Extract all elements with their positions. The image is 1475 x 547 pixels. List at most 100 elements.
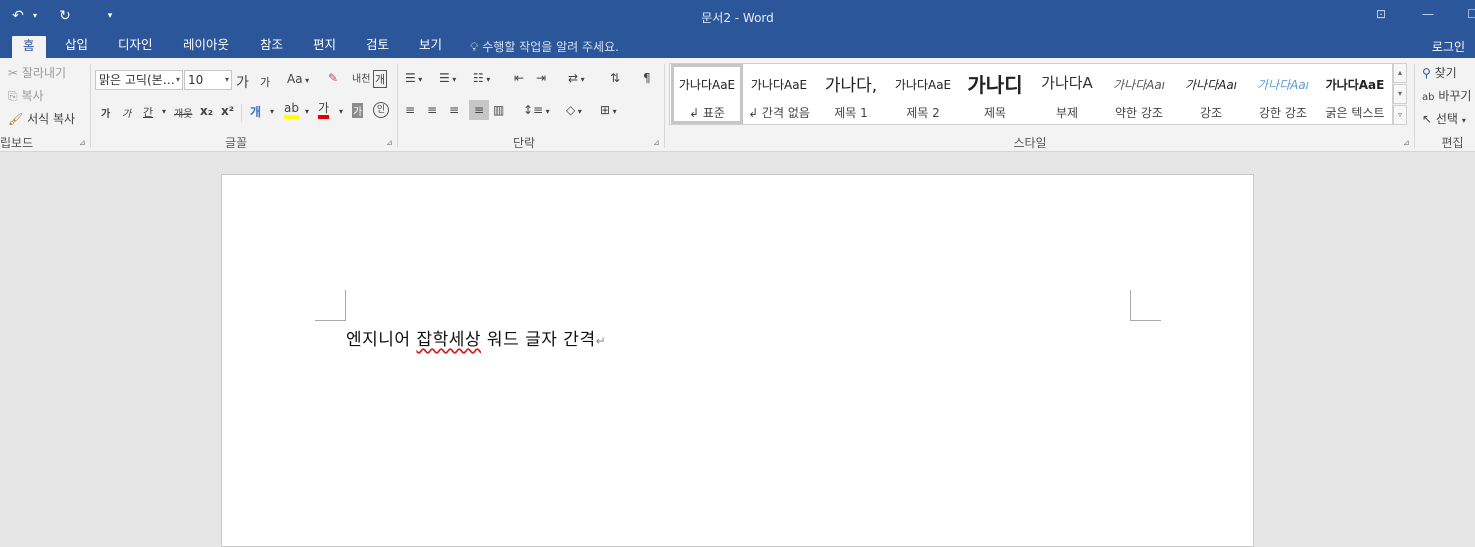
underline-button[interactable]: 간 (143, 104, 153, 120)
style-preview: 가나다Aaı (1112, 78, 1166, 92)
styles-scroll-down[interactable]: ▾ (1393, 84, 1407, 104)
shading-icon[interactable]: ◇ ▾ (566, 103, 582, 117)
highlight-dropdown-icon[interactable]: ▾ (305, 107, 309, 116)
replace-button[interactable]: ab 바꾸기 (1422, 87, 1471, 104)
crop-mark-top-right (1130, 290, 1161, 321)
tab-references[interactable]: 참조 (250, 34, 293, 58)
justify-icon[interactable]: ≡ (469, 100, 489, 120)
find-label: 찾기 (1434, 66, 1457, 80)
style-no-spacing[interactable]: 가나다AaE ↲ 간격 없음 (743, 64, 815, 124)
style-subtle-emphasis[interactable]: 가나다Aaı 약한 강조 (1103, 64, 1175, 124)
style-normal[interactable]: 가나다AaE ↲ 표준 (671, 64, 743, 124)
tab-layout[interactable]: 레이아웃 (173, 34, 239, 58)
style-strong[interactable]: 가나다AaE 굵은 텍스트 (1319, 64, 1391, 124)
text-direction-icon[interactable]: ⇄ ▾ (568, 71, 585, 85)
highlight-color-icon[interactable]: ab (284, 101, 299, 119)
sort-icon[interactable]: ⇅ (610, 71, 620, 85)
line-spacing-icon[interactable]: ↕≡ ▾ (523, 103, 550, 117)
char-border-icon[interactable]: 개 (373, 70, 388, 88)
shrink-font-button[interactable]: 가 (260, 74, 270, 90)
bullets-icon[interactable]: ☰ ▾ (405, 71, 422, 85)
strikethrough-button[interactable]: 개웃 (174, 105, 192, 120)
document-text[interactable]: 엔지니어 잡학세상 워드 글자 간격↵ (346, 325, 606, 350)
superscript-button[interactable]: x² (221, 104, 234, 118)
style-heading-1[interactable]: 가나다, 제목 1 (815, 64, 887, 124)
char-shading-icon[interactable]: 가 (352, 103, 364, 118)
style-intense-emphasis[interactable]: 가나다Aaı 강한 강조 (1247, 64, 1319, 124)
font-color-icon[interactable]: 가 (318, 101, 330, 119)
increase-indent-icon[interactable]: ⇥ (536, 71, 546, 85)
font-name-combo[interactable]: 맑은 고딕(본… ▾ (95, 70, 183, 90)
borders-icon[interactable]: ⊞ ▾ (600, 103, 617, 117)
styles-scroll-up[interactable]: ▴ (1393, 63, 1407, 83)
tab-review[interactable]: 검토 (356, 34, 399, 58)
underline-dropdown-icon[interactable]: ▾ (162, 107, 166, 116)
search-icon: ⚲ (1422, 66, 1431, 80)
cut-label: 잘라내기 (21, 66, 67, 80)
font-size-combo[interactable]: 10 ▾ (184, 70, 232, 90)
style-name: 제목 2 (906, 106, 940, 120)
tell-me-text: 수행할 작업을 알려 주세요. (482, 40, 619, 54)
separator (664, 64, 665, 148)
enclose-char-icon[interactable]: 인 (373, 102, 389, 118)
font-color-dropdown-icon[interactable]: ▾ (339, 107, 343, 116)
minimize-button[interactable]: — (1422, 7, 1434, 21)
tab-home[interactable]: 홈 (12, 36, 46, 58)
text-segment: 워드 글자 간격 (481, 330, 596, 350)
tab-mailings[interactable]: 편지 (303, 34, 346, 58)
document-page[interactable] (221, 174, 1254, 547)
tab-insert[interactable]: 삽입 (55, 34, 98, 58)
bold-button[interactable]: 가 (101, 105, 110, 120)
numbering-icon[interactable]: ☰ ▾ (439, 71, 456, 85)
style-name: 제목 (983, 106, 1007, 120)
style-emphasis[interactable]: 가나다Aaı 강조 (1175, 64, 1247, 124)
paragraph-launcher-icon[interactable]: ⊿ (653, 138, 660, 147)
change-case-button[interactable]: Aa ▾ (287, 72, 309, 86)
login-button[interactable]: 로그인 (1432, 38, 1465, 55)
style-name: 제목 1 (834, 106, 868, 120)
style-name: 강한 강조 (1259, 106, 1307, 120)
text-effects-icon[interactable]: 개 (250, 103, 261, 120)
styles-more-icon[interactable]: ▿ (1393, 105, 1407, 125)
change-case-label: Aa (287, 72, 303, 86)
font-group-label: 글꼴 (224, 136, 248, 150)
italic-button[interactable]: 가 (122, 105, 131, 120)
multilevel-list-icon[interactable]: ☷ ▾ (473, 71, 490, 85)
separator (1414, 64, 1415, 148)
styles-group-label: 스타일 (1013, 136, 1047, 150)
font-launcher-icon[interactable]: ⊿ (386, 138, 393, 147)
tab-view[interactable]: 보기 (409, 34, 452, 58)
style-heading-2[interactable]: 가나다AaE 제목 2 (887, 64, 959, 124)
find-button[interactable]: ⚲ 찾기 (1422, 64, 1457, 81)
clipboard-launcher-icon[interactable]: ⊿ (79, 138, 86, 147)
styles-launcher-icon[interactable]: ⊿ (1403, 138, 1410, 147)
grow-font-button[interactable]: 가 (236, 72, 249, 92)
copy-button[interactable]: ⎘ 복사 (8, 87, 44, 104)
tab-design[interactable]: 디자인 (108, 34, 163, 58)
subscript-button[interactable]: x₂ (200, 104, 213, 118)
maximize-button[interactable]: ☐ (1467, 7, 1475, 21)
decrease-indent-icon[interactable]: ⇤ (514, 71, 524, 85)
style-title[interactable]: 가나디 제목 (959, 64, 1031, 124)
tell-me-box[interactable]: 💡︎ 수행할 작업을 알려 주세요. (470, 38, 619, 55)
show-formatting-icon[interactable]: ¶ (643, 71, 651, 85)
distributed-icon[interactable]: ▥ (493, 103, 504, 117)
align-center-icon[interactable]: ≡ (427, 103, 437, 117)
style-name: ↲ 간격 없음 (748, 106, 810, 120)
style-preview: 가나디 (967, 73, 1023, 97)
align-right-icon[interactable]: ≡ (449, 103, 459, 117)
cut-button[interactable]: ✂ 잘라내기 (8, 64, 66, 81)
ribbon-display-icon[interactable]: ⊡ (1376, 7, 1386, 21)
align-left-icon[interactable]: ≡ (405, 103, 415, 117)
select-button[interactable]: ↖ 선택 ▾ (1422, 110, 1466, 127)
replace-label: 바꾸기 (1438, 89, 1472, 103)
phonetic-guide-icon[interactable]: 내천 (352, 70, 370, 85)
chevron-down-icon: ▾ (175, 75, 180, 84)
scissors-icon: ✂ (8, 66, 19, 80)
text-effects-dropdown-icon[interactable]: ▾ (270, 107, 274, 116)
format-painter-button[interactable]: 🖌︎ 서식 복사 (8, 110, 75, 127)
misspelled-word[interactable]: 잡학세상 (416, 330, 481, 350)
style-subtitle[interactable]: 가나다A 부제 (1031, 64, 1103, 124)
clear-formatting-icon[interactable]: ✎ (328, 71, 338, 85)
font-name-value: 맑은 고딕(본… (99, 73, 175, 87)
